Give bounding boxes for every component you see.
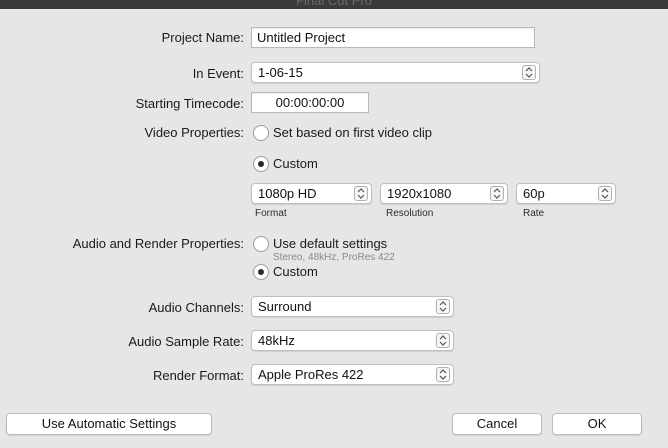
audio-custom-label[interactable]: Custom — [273, 264, 318, 279]
in-event-popup[interactable]: 1-06-15 — [251, 62, 540, 83]
rate-caption: Rate — [523, 208, 545, 219]
audio-default-detail: Stereo, 48kHz, ProRes 422 — [273, 252, 395, 263]
rate-popup[interactable]: 60p — [516, 183, 616, 204]
render-format-label: Render Format: — [152, 368, 244, 383]
audio-render-label: Audio and Render Properties: — [72, 236, 244, 251]
resolution-popup[interactable]: 1920x1080 — [380, 183, 508, 204]
audio-sample-rate-popup[interactable]: 48kHz — [251, 330, 454, 351]
project-name-label: Project Name: — [161, 30, 244, 45]
popup-stepper-icon — [436, 333, 450, 348]
popup-stepper-icon — [598, 186, 612, 201]
format-value: 1080p HD — [258, 186, 317, 201]
render-format-popup[interactable]: Apple ProRes 422 — [251, 364, 454, 385]
popup-stepper-icon — [522, 65, 536, 80]
starting-timecode-field[interactable]: 00:00:00:00 — [251, 92, 369, 113]
popup-stepper-icon — [436, 367, 450, 382]
audio-custom-radio[interactable] — [253, 264, 269, 280]
audio-sample-rate-label: Audio Sample Rate: — [128, 334, 244, 349]
rate-value: 60p — [523, 186, 545, 201]
popup-stepper-icon — [436, 299, 450, 314]
video-properties-label: Video Properties: — [144, 125, 245, 140]
popup-stepper-icon — [354, 186, 368, 201]
starting-timecode-label: Starting Timecode: — [135, 96, 244, 111]
project-name-field[interactable]: Untitled Project — [251, 27, 535, 48]
audio-default-radio[interactable] — [253, 236, 269, 252]
audio-default-label[interactable]: Use default settings — [273, 236, 387, 251]
ok-button[interactable]: OK — [552, 413, 642, 435]
cancel-button[interactable]: Cancel — [452, 413, 542, 435]
video-custom-radio[interactable] — [253, 156, 269, 172]
popup-stepper-icon — [490, 186, 504, 201]
audio-sample-rate-value: 48kHz — [258, 333, 295, 348]
in-event-label: In Event: — [192, 66, 244, 81]
resolution-caption: Resolution — [386, 208, 434, 219]
video-first-clip-label[interactable]: Set based on first video clip — [273, 125, 432, 140]
use-automatic-settings-button[interactable]: Use Automatic Settings — [6, 413, 212, 435]
render-format-value: Apple ProRes 422 — [258, 367, 364, 382]
window-titlebar: Final Cut Pro — [0, 0, 668, 9]
video-custom-label[interactable]: Custom — [273, 156, 318, 171]
video-first-clip-radio[interactable] — [253, 125, 269, 141]
format-caption: Format — [255, 208, 287, 219]
window-title: Final Cut Pro — [296, 0, 372, 8]
format-popup[interactable]: 1080p HD — [251, 183, 372, 204]
audio-channels-popup[interactable]: Surround — [251, 296, 454, 317]
audio-channels-label: Audio Channels: — [148, 300, 244, 315]
in-event-value: 1-06-15 — [258, 65, 303, 80]
audio-channels-value: Surround — [258, 299, 312, 314]
resolution-value: 1920x1080 — [387, 186, 452, 201]
